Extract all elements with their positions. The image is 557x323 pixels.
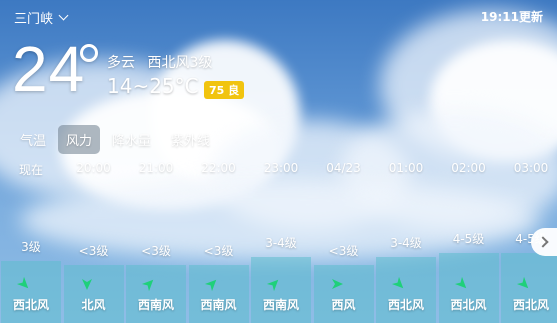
forecast-time: 21:00 <box>138 161 174 175</box>
arrow-icon <box>81 279 92 290</box>
forecast-time: 01:00 <box>388 161 424 175</box>
tab-uv[interactable]: 紫外线 <box>163 125 218 154</box>
wind-level: 3级 <box>21 240 41 254</box>
wind-level: 3-4级 <box>265 236 297 250</box>
wind-level-bar <box>251 257 311 323</box>
arrow-icon <box>331 279 343 289</box>
current-condition: 多云 西北风3级 <box>107 52 220 72</box>
forecast-time: 20:00 <box>76 161 111 175</box>
update-time: 19:11更新 <box>480 10 543 24</box>
tab-wind[interactable]: 风力 <box>58 125 101 154</box>
aqi-badge[interactable]: 75 良 <box>204 81 245 99</box>
wind-direction: 西北风 <box>512 298 549 312</box>
forecast-time: 03:00 <box>513 161 549 175</box>
weather-condition: 多云 <box>107 55 135 71</box>
aqi-value: 75 <box>209 84 225 97</box>
wind-level: <3级 <box>328 244 359 258</box>
forecast-column: 现在 3级西北风 <box>0 155 62 323</box>
current-temperature: 24 <box>12 33 86 105</box>
wind-direction: 西北风 <box>12 298 49 312</box>
forecast-time: 22:00 <box>201 161 236 175</box>
wind-level: 4-5级 <box>452 232 485 246</box>
forecast-column: 02:00 4-5级西北风 <box>438 155 500 323</box>
forecast-column: 21:00 <3级西南风 <box>125 155 187 323</box>
forecast-column: 22:00 <3级西南风 <box>188 155 250 323</box>
forecast-time: 04/23 <box>326 161 361 175</box>
wind-direction: 北风 <box>81 298 106 312</box>
tab-precipitation[interactable]: 降水量 <box>104 125 159 154</box>
wind-level-bar <box>313 265 374 323</box>
city-name: 三门峡 <box>14 12 54 27</box>
aqi-label: 良 <box>228 84 240 97</box>
wind-level-bar <box>126 265 186 323</box>
forecast-column: 23:00 3-4级西南风 <box>250 155 312 323</box>
hourly-wind-forecast: 现在 3级 西北风 20:00 <3级 北风 21:00 <3级 西南风 22:00 <3级 西南风 2… <box>0 155 557 323</box>
wind-level: <3级 <box>141 244 171 258</box>
top-bar: 三门峡 19:11更新 <box>0 0 557 30</box>
wind-level-bar <box>1 261 61 323</box>
wind-direction: 西风 <box>331 298 356 312</box>
forecast-time: 23:00 <box>263 161 299 175</box>
degree-icon <box>80 44 98 62</box>
temperature-range: 14~25°C <box>107 74 199 98</box>
wind-direction: 西南风 <box>200 298 237 312</box>
wind-direction: 西北风 <box>387 298 424 312</box>
metric-tabs: 气温 风力 降水量 紫外线 <box>12 125 218 154</box>
chevron-right-icon[interactable] <box>531 228 557 256</box>
chevron-down-icon <box>58 10 69 21</box>
forecast-column: 20:00 <3级北风 <box>63 155 125 323</box>
wind-direction: 西南风 <box>137 298 174 312</box>
forecast-column: 01:00 3-4级西北风 <box>375 155 437 323</box>
wind-level-bar <box>63 265 124 323</box>
wind-level: <3级 <box>203 244 234 258</box>
wind-direction: 西北风 <box>450 298 487 312</box>
wind-direction: 西南风 <box>262 298 299 312</box>
city-selector[interactable]: 三门峡 <box>14 8 69 27</box>
current-wind: 西北风3级 <box>147 55 213 71</box>
wind-level-bar <box>376 257 436 323</box>
forecast-time: 02:00 <box>451 161 486 175</box>
wind-level: <3级 <box>78 244 109 258</box>
forecast-time: 现在 <box>18 163 43 177</box>
wind-level-bar <box>188 265 249 323</box>
forecast-column: 04/23 <3级西风 <box>313 155 375 323</box>
wind-level: 3-4级 <box>390 236 422 250</box>
tab-temperature[interactable]: 气温 <box>12 125 54 154</box>
